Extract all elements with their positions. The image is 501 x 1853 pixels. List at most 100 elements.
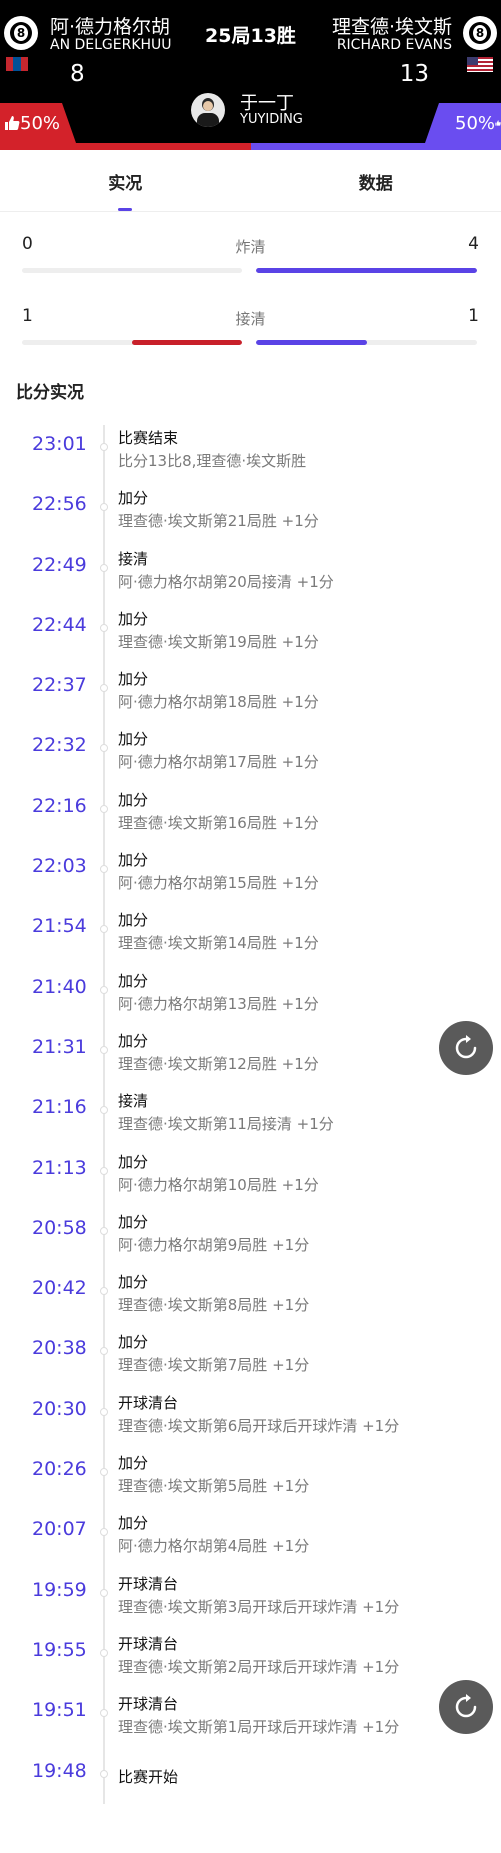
timeline-event: 19:55 开球清台理查德·埃文斯第2局开球后开球炸清 +1分	[0, 1627, 501, 1687]
event-time: 22:49	[32, 553, 87, 576]
event-title: 加分	[118, 1212, 149, 1231]
stat-row-break-clear: 0 炸清 4	[0, 212, 501, 284]
match-header: 8 阿·德力格尔胡 AN DELGERKHUU 8 25局13胜 8 理查德·埃…	[0, 0, 501, 150]
section-title: 比分实况	[16, 383, 84, 403]
timeline-event: 21:54 加分 理查德·埃文斯第14局胜 +1分	[0, 903, 501, 963]
event-title: 接清	[118, 549, 149, 568]
event-title: 比赛结束	[118, 429, 179, 447]
right-support-button[interactable]: 50%	[425, 103, 501, 143]
left-support-percent: 50%	[20, 112, 61, 134]
event-time: 19:59	[32, 1578, 87, 1601]
referee-avatar	[191, 93, 225, 127]
event-title: 加分	[118, 851, 149, 870]
timeline-dot	[100, 1226, 108, 1235]
mongolia-flag-icon	[6, 57, 28, 71]
timeline-dot	[100, 1468, 108, 1477]
left-support-button[interactable]: 50%	[0, 103, 76, 143]
stat-left-bar	[22, 268, 242, 273]
event-detail: 比分13比8,理查德·埃文斯胜	[118, 452, 307, 470]
referee-name-en: YUYIDING	[240, 112, 303, 127]
stat-row-clearance: 1 接清 1	[0, 284, 501, 356]
event-time: 21:40	[32, 975, 87, 998]
event-detail: 阿·德力格尔胡第13局胜 +1分	[118, 994, 319, 1013]
stat-label: 接清	[235, 310, 266, 328]
event-detail: 理查德·埃文斯第21局胜 +1分	[118, 512, 319, 531]
event-detail: 阿·德力格尔胡第9局胜 +1分	[118, 1235, 310, 1254]
timeline-dot	[100, 744, 108, 753]
thumbs-up-icon	[495, 120, 501, 126]
timeline-event: 22:44 加分 理查德·埃文斯第19局胜 +1分	[0, 602, 501, 662]
timeline-dot	[100, 684, 108, 693]
timeline-event: 22:16 加分 理查德·埃文斯第16局胜 +1分	[0, 783, 501, 843]
event-title: 开球清台	[118, 1393, 179, 1412]
stat-left-bar	[22, 340, 242, 345]
thumbs-up-icon	[5, 116, 20, 130]
right-player-score: 13	[399, 61, 429, 87]
timeline-event: 21:13 加分阿·德力格尔胡第10局胜 +1分	[0, 1145, 501, 1205]
event-time: 19:48	[32, 1759, 87, 1782]
timeline-dot	[100, 563, 108, 572]
right-player-name[interactable]: 理查德·埃文斯	[332, 12, 452, 39]
event-title: 加分	[118, 609, 149, 628]
timeline-event: 20:38 加分 理查德·埃文斯第7局胜 +1分	[0, 1325, 501, 1385]
timeline-event: 19:48 比赛开始	[0, 1748, 501, 1808]
left-player-score: 8	[70, 61, 85, 87]
timeline-event: 22:03 加分 阿·德力格尔胡第15局胜 +1分	[0, 843, 501, 903]
event-time: 20:58	[32, 1216, 87, 1239]
event-detail: 理查德·埃文斯第12局胜 +1分	[118, 1054, 319, 1073]
event-detail: 理查德·埃文斯第11局接清 +1分	[118, 1115, 334, 1134]
event-detail: 理查德·埃文斯第1局开球后开球炸清 +1分	[118, 1718, 400, 1737]
event-title: 加分	[118, 489, 149, 508]
event-detail: 阿·德力格尔胡第17局胜 +1分	[118, 753, 319, 772]
timeline-event: 19:59 开球清台 理查德·埃文斯第3局开球后开球炸清 +1分	[0, 1567, 501, 1627]
event-title: 加分	[118, 1333, 149, 1352]
stat-right-value: 4	[468, 234, 479, 254]
timeline-dot	[100, 1588, 108, 1597]
event-detail: 阿·德力格尔胡第20局接清 +1分	[118, 572, 334, 591]
event-time: 22:56	[32, 493, 87, 516]
event-detail: 理查德·埃文斯第8局胜 +1分	[118, 1296, 310, 1315]
timeline-event: 20:26 加分 理查德·埃文斯第5局胜 +1分	[0, 1446, 501, 1506]
event-time: 20:26	[32, 1458, 87, 1481]
event-time: 21:13	[32, 1156, 87, 1179]
event-title: 加分	[118, 1152, 149, 1171]
refresh-button[interactable]	[439, 1021, 493, 1075]
event-detail: 理查德·埃文斯第2局开球后开球炸清 +1分	[118, 1657, 400, 1676]
event-time: 22:03	[32, 855, 87, 878]
event-detail: 理查德·埃文斯第19局胜 +1分	[118, 632, 319, 651]
event-time: 23:01	[32, 433, 87, 455]
event-time: 22:16	[32, 794, 87, 817]
event-detail: 理查德·埃文斯第5局胜 +1分	[118, 1477, 310, 1496]
event-time: 22:32	[32, 734, 87, 757]
event-title: 加分	[118, 730, 149, 749]
event-title: 开球清台	[118, 1574, 179, 1593]
timeline-dot	[100, 503, 108, 512]
stat-right-bar	[256, 268, 477, 273]
timeline-event: 21:16 接清 理查德·埃文斯第11局接清 +1分	[0, 1084, 501, 1144]
timeline-event: 20:42 加分 理查德·埃文斯第8局胜 +1分	[0, 1265, 501, 1325]
event-time: 19:55	[32, 1638, 87, 1661]
tab-stats[interactable]: 数据	[251, 150, 501, 211]
timeline-dot	[100, 865, 108, 874]
tab-live[interactable]: 实况	[0, 150, 251, 211]
timeline-event: 20:58 加分阿·德力格尔胡第9局胜 +1分	[0, 1205, 501, 1265]
event-time: 20:30	[32, 1397, 87, 1420]
refresh-icon	[455, 1035, 477, 1059]
timeline-dot	[100, 985, 108, 994]
refresh-button[interactable]	[439, 1680, 493, 1734]
event-time: 20:07	[32, 1518, 87, 1541]
stat-right-bar	[256, 340, 477, 345]
timeline-dot	[100, 1347, 108, 1356]
timeline-event: 21:40 加分 阿·德力格尔胡第13局胜 +1分	[0, 964, 501, 1024]
timeline-dot	[100, 443, 108, 451]
timeline-event: 22:37 加分 阿·德力格尔胡第18局胜 +1分	[0, 662, 501, 722]
timeline-event: 22:49 接清阿·德力格尔胡第20局接清 +1分	[0, 542, 501, 602]
event-time: 21:16	[32, 1096, 87, 1119]
timeline-dot	[100, 1407, 108, 1416]
timeline-event: 22:56 加分理查德·埃文斯第21局胜 +1分	[0, 481, 501, 541]
event-detail: 阿·德力格尔胡第4局胜 +1分	[118, 1537, 310, 1556]
eight-ball-icon: 8	[463, 16, 497, 50]
event-time: 20:38	[32, 1337, 87, 1360]
event-detail: 阿·德力格尔胡第10局胜 +1分	[118, 1175, 319, 1194]
event-title: 开球清台	[118, 1634, 179, 1653]
